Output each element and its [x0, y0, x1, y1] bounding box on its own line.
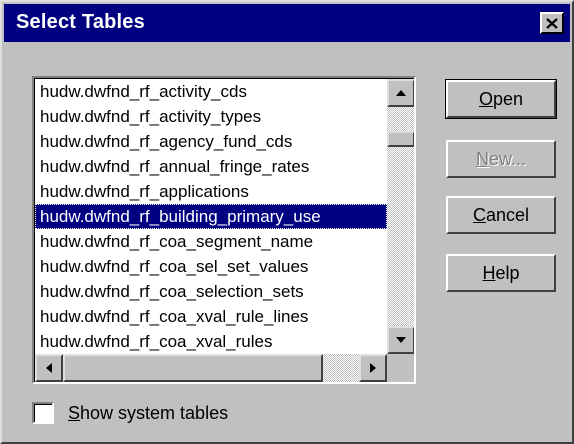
table-list-item[interactable]: hudw.dwfnd_rf_agency_fund_cds	[35, 129, 387, 154]
table-list-item[interactable]: hudw.dwfnd_rf_applications	[35, 179, 387, 204]
table-list-item[interactable]: hudw.dwfnd_rf_coa_segment_name	[35, 229, 387, 254]
vertical-scrollbar[interactable]	[387, 79, 414, 354]
scroll-left-button[interactable]	[35, 354, 63, 382]
close-button[interactable]	[540, 12, 564, 34]
dialog-title: Select Tables	[16, 11, 145, 33]
table-list-item[interactable]: hudw.dwfnd_rf_annual_fringe_rates	[35, 154, 387, 179]
table-list-item[interactable]: hudw.dwfnd_rf_activity_types	[35, 104, 387, 129]
arrow-left-icon	[46, 363, 52, 373]
close-x-icon	[546, 17, 558, 29]
show-system-tables-label[interactable]: Show system tables	[68, 403, 228, 424]
horizontal-scroll-thumb[interactable]	[63, 354, 323, 382]
show-system-tables-option[interactable]: Show system tables	[32, 400, 228, 426]
scroll-right-button[interactable]	[359, 354, 387, 382]
scrollbar-corner	[387, 354, 414, 382]
table-list-item[interactable]: hudw.dwfnd_rf_coa_xval_rules	[35, 329, 387, 354]
table-list-item[interactable]: hudw.dwfnd_rf_coa_selection_sets	[35, 279, 387, 304]
horizontal-scrollbar[interactable]	[35, 354, 387, 382]
table-list-item[interactable]: hudw.dwfnd_rf_coa_xval_rule_lines	[35, 304, 387, 329]
select-tables-dialog: Select Tables hudw.dwfnd_rf_activity_cds…	[0, 0, 574, 444]
new-button[interactable]: New...	[446, 140, 556, 178]
show-system-tables-checkbox[interactable]	[32, 402, 54, 424]
vertical-scroll-thumb[interactable]	[387, 131, 414, 148]
help-button[interactable]: Help	[446, 254, 556, 292]
scroll-down-button[interactable]	[387, 326, 414, 354]
table-list: hudw.dwfnd_rf_activity_cds hudw.dwfnd_rf_…	[35, 79, 387, 354]
table-listbox[interactable]: hudw.dwfnd_rf_activity_cds hudw.dwfnd_rf_…	[32, 76, 416, 384]
scroll-up-button[interactable]	[387, 79, 414, 107]
table-list-item[interactable]: hudw.dwfnd_rf_activity_cds	[35, 79, 387, 104]
arrow-right-icon	[370, 363, 376, 373]
arrow-down-icon	[396, 337, 406, 343]
arrow-up-icon	[396, 90, 406, 96]
table-list-item[interactable]: hudw.dwfnd_rf_coa_sel_set_values	[35, 254, 387, 279]
title-bar[interactable]: Select Tables	[4, 4, 570, 42]
open-button[interactable]: Open	[445, 79, 557, 119]
cancel-button[interactable]: Cancel	[446, 196, 556, 234]
table-list-item[interactable]: hudw.dwfnd_rf_building_primary_use	[35, 204, 387, 229]
